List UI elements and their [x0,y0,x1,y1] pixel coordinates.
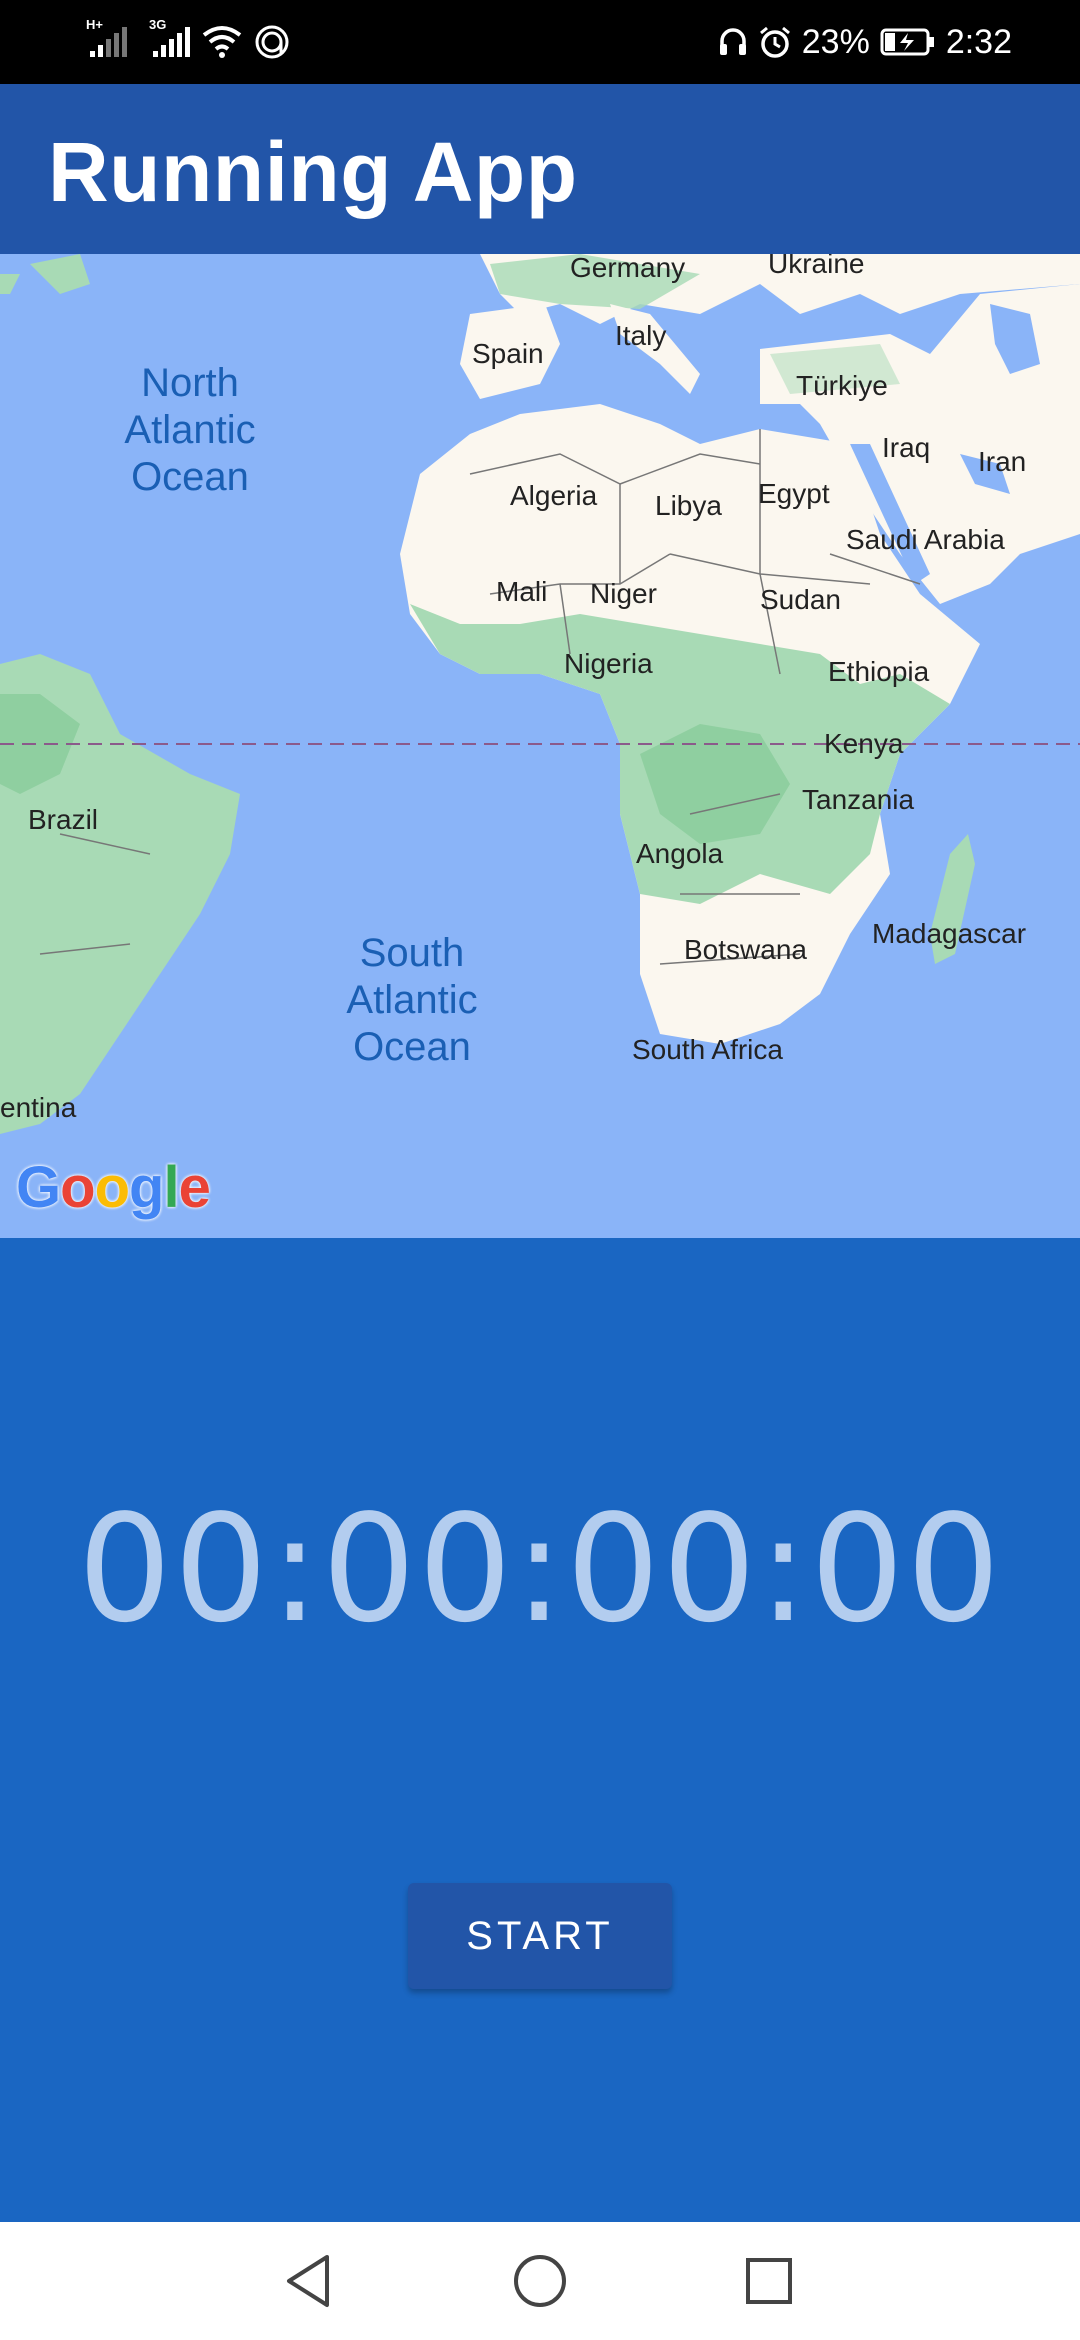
home-button[interactable] [505,2246,575,2316]
map-view[interactable]: North Atlantic Ocean South Atlantic Ocea… [0,254,1080,1238]
label-argentina: entina [0,1092,77,1123]
label-sudan: Sudan [760,584,841,615]
signal-icon: H+ [86,17,127,57]
headset-icon [719,28,746,55]
alarm-icon [759,26,790,58]
label-niger: Niger [590,578,657,609]
label-italy: Italy [615,320,667,351]
status-bar: H+ 3G 23% 2:32 [0,0,1080,84]
ocean-label-south-atlantic: South Atlantic Ocean [346,931,478,1069]
wifi-icon [202,26,242,58]
app-title: Running App [48,125,578,219]
status-left: H+ 3G [86,17,290,66]
label-libya: Libya [655,490,722,521]
hotspot-icon [255,25,289,59]
label-angola: Angola [636,838,724,869]
label-algeria: Algeria [510,480,598,511]
battery-percent: 23% [801,22,870,61]
back-icon [287,2255,329,2307]
label-kenya: Kenya [824,728,904,759]
recents-icon [746,2258,792,2304]
label-iran: Iran [978,446,1027,477]
label-saudi-arabia: Saudi Arabia [846,524,1005,555]
navigation-bar [0,2222,1080,2340]
ocean-label-north-atlantic: North Atlantic Ocean [124,361,256,499]
label-ethiopia: Ethiopia [828,656,930,687]
start-button[interactable]: START [408,1883,672,1989]
label-nigeria: Nigeria [564,648,653,679]
app-bar: Running App [0,84,1080,254]
label-ukraine: Ukraine [768,254,865,279]
label-mali: Mali [496,576,548,607]
label-iraq: Iraq [882,432,931,463]
label-botswana: Botswana [684,934,807,965]
google-logo: Google [16,1155,211,1220]
label-tanzania: Tanzania [802,784,915,815]
label-spain: Spain [472,338,544,369]
label-south-africa: South Africa [632,1034,783,1065]
clock: 2:32 [945,22,1012,61]
signal-icon-2: 3G [149,17,190,57]
network-type-1: H+ [86,17,103,32]
label-brazil: Brazil [28,804,99,835]
back-button[interactable] [274,2246,344,2316]
status-right: 23% 2:32 [718,18,1012,66]
battery-charging-icon [880,28,934,56]
home-icon [514,2255,566,2307]
label-germany: Germany [570,254,686,283]
timer-display: 00:00:00:00 [77,1483,1003,1655]
label-madagascar: Madagascar [872,918,1027,949]
recents-button[interactable] [734,2246,804,2316]
network-type-2: 3G [149,17,167,32]
label-turkiye: Türkiye [796,370,888,401]
label-egypt: Egypt [758,478,830,509]
timer-panel: 00:00:00:00 START [0,1238,1080,2222]
